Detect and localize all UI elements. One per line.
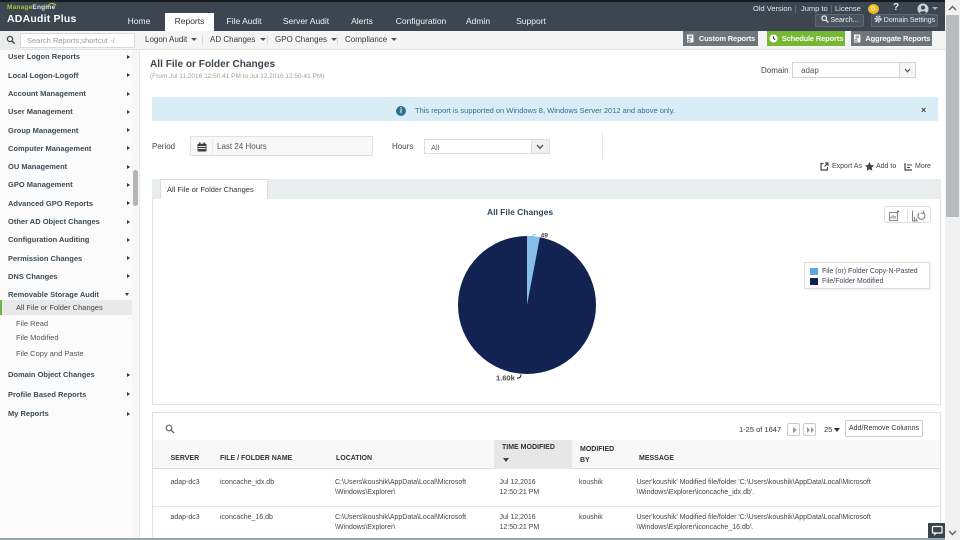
svg-text:49: 49 [541,233,549,240]
svg-text:1.60k: 1.60k [496,374,516,383]
